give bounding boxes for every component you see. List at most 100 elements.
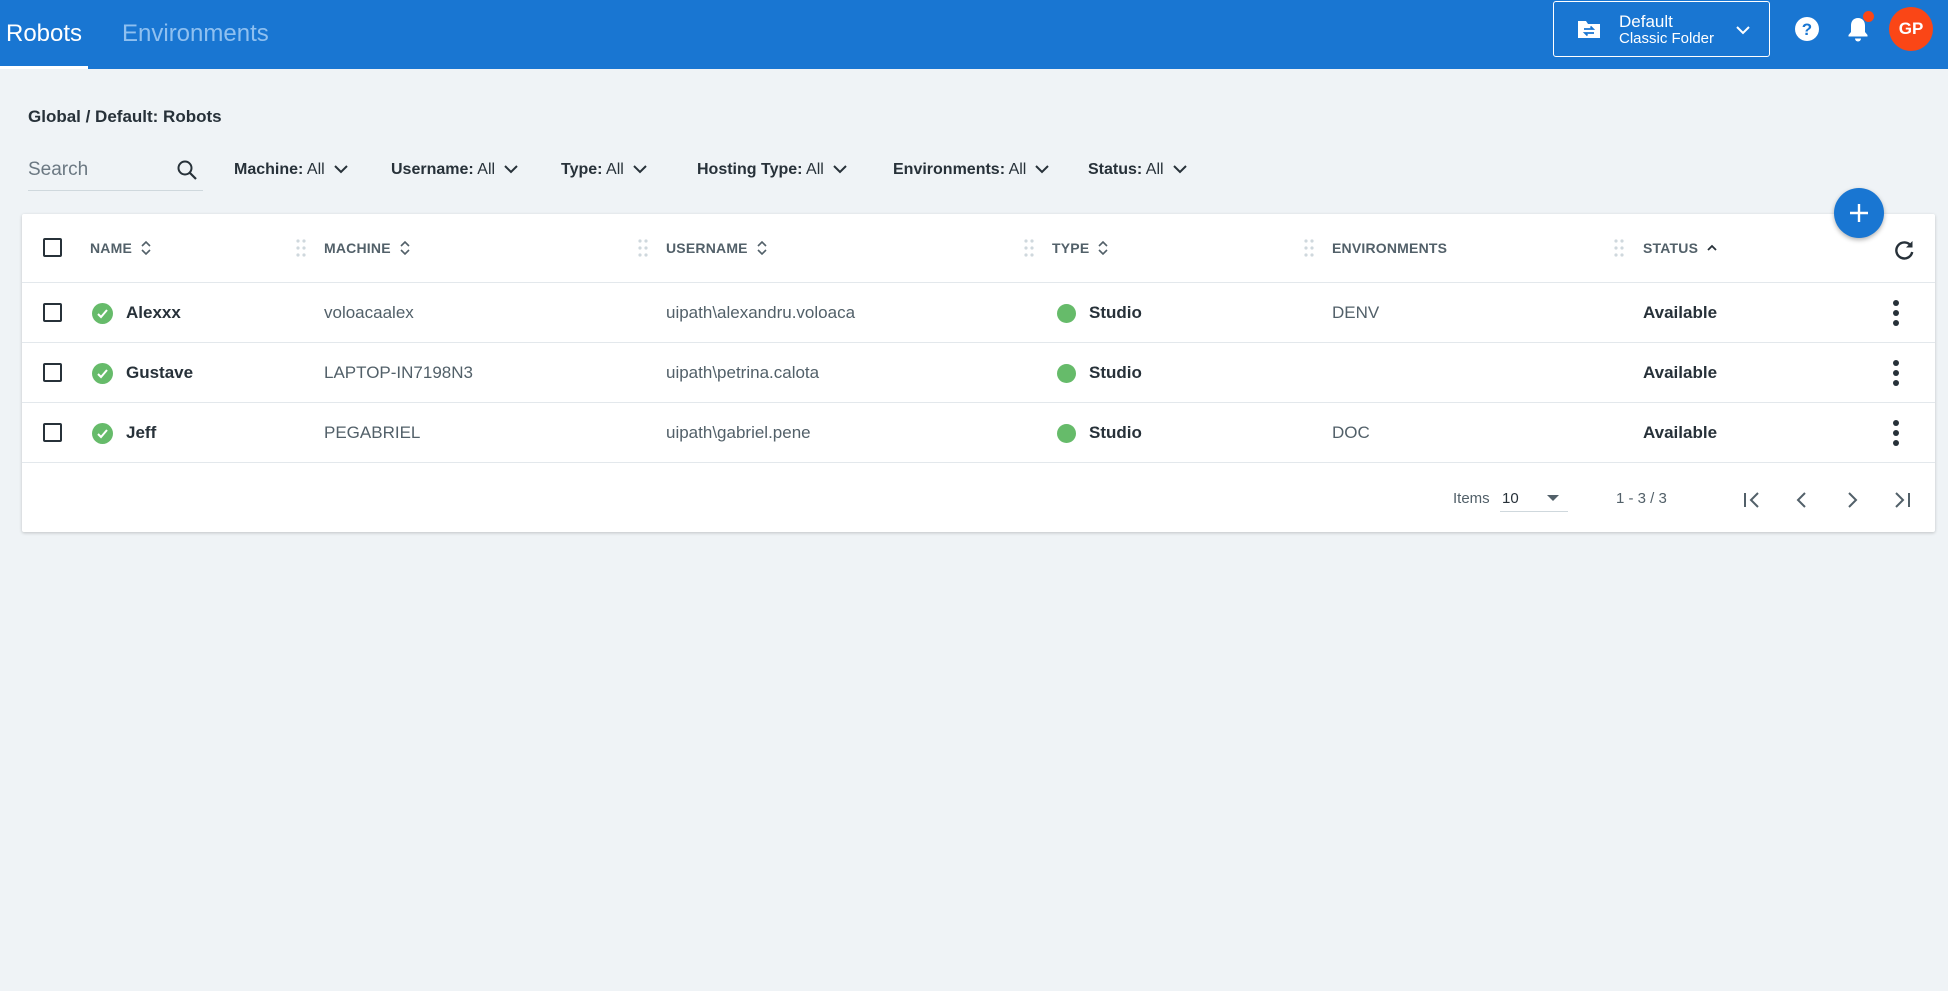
- select-all-checkbox[interactable]: [43, 238, 62, 257]
- svg-text:?: ?: [1802, 20, 1812, 39]
- first-page-icon[interactable]: [1740, 488, 1764, 512]
- column-header-status[interactable]: STATUS: [1643, 240, 1718, 256]
- column-header-type[interactable]: TYPE: [1052, 240, 1109, 256]
- username-cell: uipath\alexandru.voloaca: [666, 303, 856, 322]
- sort-icon: [141, 241, 151, 255]
- tab-environments[interactable]: Environments: [122, 0, 269, 69]
- items-per-page-label: Items: [1453, 490, 1490, 507]
- chevron-down-icon: [1172, 165, 1187, 174]
- sort-icon: [400, 241, 410, 255]
- username-cell: uipath\gabriel.pene: [666, 423, 811, 442]
- items-per-page-select[interactable]: 10: [1500, 484, 1568, 512]
- column-label: USERNAME: [666, 240, 748, 256]
- row-checkbox[interactable]: [43, 303, 62, 322]
- column-resize-handle[interactable]: [1304, 238, 1314, 258]
- check-circle-icon: [92, 363, 113, 384]
- column-header-environments: ENVIRONMENTS: [1332, 240, 1447, 256]
- search-box: [28, 155, 203, 191]
- more-vert-icon[interactable]: [1893, 420, 1899, 446]
- folder-swap-icon: [1578, 21, 1600, 38]
- filter-value: All: [306, 161, 325, 178]
- page-size-value: 10: [1502, 490, 1519, 507]
- table-row[interactable]: Gustave LAPTOP-IN7198N3 uipath\petrina.c…: [22, 343, 1935, 403]
- dropdown-caret-icon: [1547, 495, 1559, 501]
- column-header-machine[interactable]: MACHINE: [324, 240, 411, 256]
- row-checkbox[interactable]: [43, 363, 62, 382]
- column-header-name[interactable]: NAME: [90, 240, 152, 256]
- check-circle-icon: [92, 303, 113, 324]
- filter-value: All: [806, 161, 824, 178]
- column-resize-handle[interactable]: [1024, 238, 1034, 258]
- machine-cell: PEGABRIEL: [324, 423, 421, 442]
- table-row[interactable]: Jeff PEGABRIEL uipath\gabriel.pene Studi…: [22, 403, 1935, 463]
- column-header-username[interactable]: USERNAME: [666, 240, 768, 256]
- column-label: STATUS: [1643, 240, 1699, 256]
- filter-label: Environments:: [893, 161, 1006, 178]
- column-label: NAME: [90, 240, 133, 256]
- avatar[interactable]: GP: [1889, 7, 1933, 51]
- chevron-down-icon: [1035, 165, 1050, 174]
- breadcrumb: Global / Default: Robots: [28, 107, 222, 126]
- filter-hosting-type[interactable]: Hosting Type: All: [697, 161, 848, 179]
- last-page-icon[interactable]: [1890, 488, 1914, 512]
- row-checkbox[interactable]: [43, 423, 62, 442]
- filter-label: Machine:: [234, 161, 304, 178]
- type-status-dot: [1057, 424, 1076, 443]
- chevron-down-icon: [833, 165, 847, 174]
- type-status-dot: [1057, 304, 1076, 323]
- filter-value: All: [477, 161, 496, 178]
- column-label: MACHINE: [324, 240, 391, 256]
- filter-type[interactable]: Type: All: [561, 161, 648, 179]
- filter-label: Username:: [391, 161, 474, 178]
- machine-cell: voloacaalex: [324, 303, 414, 322]
- type-cell: Studio: [1089, 423, 1142, 442]
- machine-cell: LAPTOP-IN7198N3: [324, 363, 473, 382]
- username-cell: uipath\petrina.calota: [666, 363, 820, 382]
- notification-badge: [1863, 11, 1874, 22]
- help-icon[interactable]: ?: [1794, 16, 1820, 42]
- type-cell: Studio: [1089, 303, 1142, 322]
- robot-name[interactable]: Jeff: [126, 423, 156, 443]
- chevron-down-icon: [504, 165, 518, 174]
- robot-name[interactable]: Alexxx: [126, 303, 181, 323]
- column-resize-handle[interactable]: [638, 238, 648, 258]
- more-vert-icon[interactable]: [1893, 300, 1899, 326]
- chevron-down-icon: [333, 165, 348, 174]
- status-cell: Available: [1643, 363, 1718, 382]
- plus-icon: [1850, 204, 1868, 222]
- filter-username[interactable]: Username: All: [391, 161, 519, 179]
- folder-picker[interactable]: Default Classic Folder: [1553, 1, 1770, 57]
- folder-title: Default: [1619, 12, 1673, 31]
- sort-icon: [757, 241, 767, 255]
- chevron-down-icon: [633, 165, 647, 174]
- refresh-icon[interactable]: [1892, 238, 1916, 262]
- column-resize-handle[interactable]: [296, 238, 306, 258]
- column-label: TYPE: [1052, 240, 1090, 256]
- robot-name[interactable]: Gustave: [126, 363, 193, 383]
- next-page-icon[interactable]: [1840, 488, 1864, 512]
- check-circle-icon: [92, 423, 113, 444]
- filter-status[interactable]: Status: All: [1088, 161, 1188, 179]
- filter-machine[interactable]: Machine: All: [234, 161, 349, 179]
- environments-cell: DOC: [1332, 423, 1370, 442]
- type-status-dot: [1057, 364, 1076, 383]
- filter-label: Status:: [1088, 161, 1143, 178]
- filter-environments[interactable]: Environments: All: [893, 161, 1050, 179]
- previous-page-icon[interactable]: [1790, 488, 1814, 512]
- page-range: 1 - 3 / 3: [1616, 490, 1667, 507]
- search-input[interactable]: [28, 155, 168, 185]
- sort-ascending-icon: [1707, 244, 1717, 251]
- column-resize-handle[interactable]: [1614, 238, 1624, 258]
- table-row[interactable]: Alexxx voloacaalex uipath\alexandru.volo…: [22, 283, 1935, 343]
- add-robot-button[interactable]: [1834, 188, 1884, 238]
- more-vert-icon[interactable]: [1893, 360, 1899, 386]
- chevron-down-icon: [1736, 26, 1750, 35]
- tab-robots[interactable]: Robots: [0, 0, 89, 69]
- search-icon[interactable]: [176, 159, 198, 181]
- filter-value: All: [1008, 161, 1027, 178]
- filter-label: Type:: [561, 161, 603, 178]
- status-cell: Available: [1643, 303, 1718, 322]
- environments-cell: DENV: [1332, 303, 1380, 322]
- folder-subtitle: Classic Folder: [1619, 30, 1715, 47]
- column-label: ENVIRONMENTS: [1332, 240, 1448, 256]
